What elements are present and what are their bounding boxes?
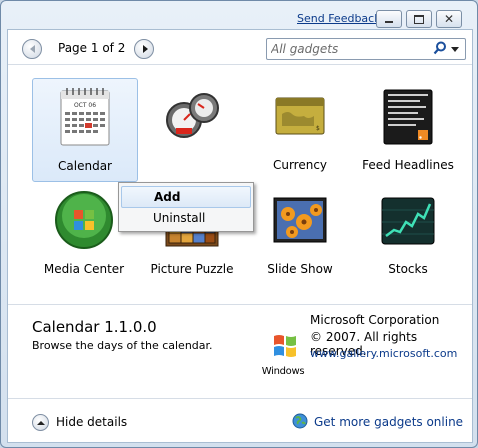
gadget-calendar[interactable]: OCT 06 Calendar: [32, 78, 138, 182]
feed-headlines-icon: [376, 84, 440, 148]
chevron-up-icon: [36, 420, 45, 425]
windows-logo-text: Windows: [261, 366, 305, 377]
svg-text:$: $: [316, 125, 320, 132]
next-page-button[interactable]: [134, 39, 154, 59]
menu-item-label: Add: [154, 190, 181, 204]
currency-card-icon: $: [268, 84, 332, 148]
publisher-name: Microsoft Corporation: [310, 313, 440, 327]
gallery-panel: Page 1 of 2 O: [7, 29, 473, 443]
menu-item-add[interactable]: Add: [121, 186, 251, 208]
gadget-stocks[interactable]: Stocks: [356, 182, 460, 284]
minimize-icon: [385, 20, 393, 23]
gadget-label: Picture Puzzle: [150, 262, 234, 276]
get-more-gadgets-link[interactable]: Get more gadgets online: [314, 415, 463, 429]
close-icon: ✕: [443, 12, 455, 26]
gadget-label: Stocks: [388, 262, 428, 276]
restore-icon: [414, 14, 424, 24]
gadget-slide-show[interactable]: Slide Show: [248, 182, 352, 284]
search-dropdown-icon[interactable]: [451, 47, 459, 52]
gadget-currency[interactable]: $ Currency: [248, 78, 352, 180]
page-indicator: Page 1 of 2: [58, 41, 126, 55]
gadget-label: Calendar: [58, 159, 112, 173]
slide-show-icon: [268, 188, 332, 252]
search-input[interactable]: [271, 41, 421, 56]
windows-logo: Windows: [256, 330, 310, 380]
windows-flag-icon: [274, 335, 296, 357]
send-feedback-link[interactable]: Send Feedback: [297, 12, 381, 25]
media-center-icon: [52, 188, 116, 252]
divider-footer: [8, 398, 472, 399]
publisher-website-link[interactable]: www.gallery.microsoft.com: [310, 347, 457, 360]
previous-page-icon: [29, 45, 35, 53]
menu-item-label: Uninstall: [153, 211, 206, 225]
gadget-label: Feed Headlines: [362, 158, 454, 172]
close-button[interactable]: ✕: [436, 10, 462, 28]
restore-button[interactable]: [406, 10, 432, 28]
stocks-icon: [376, 188, 440, 252]
gadget-label: Slide Show: [267, 262, 333, 276]
gadget-label: Currency: [272, 158, 328, 172]
minimize-button[interactable]: [376, 10, 402, 28]
globe-icon: [292, 413, 308, 429]
divider-top: [8, 64, 472, 65]
hide-details-label[interactable]: Hide details: [56, 415, 127, 429]
menu-item-uninstall[interactable]: Uninstall: [121, 208, 249, 228]
gadget-feed-headlines[interactable]: Feed Headlines: [356, 78, 460, 180]
previous-page-button[interactable]: [22, 39, 42, 59]
next-page-icon: [142, 45, 148, 53]
gadget-title: Calendar 1.1.0.0: [32, 318, 157, 336]
context-menu: Add Uninstall: [118, 182, 254, 232]
svg-text:OCT 06: OCT 06: [74, 102, 96, 109]
gadget-description: Browse the days of the calendar.: [32, 339, 213, 352]
gadget-label: Media Center: [43, 262, 125, 276]
gadget-gallery-window: Send Feedback ✕ Page 1 of 2 All gadgets …: [0, 0, 478, 448]
divider-details: [8, 304, 472, 305]
gadget-clock[interactable]: [140, 78, 244, 180]
clock-gauge-icon: [160, 84, 224, 148]
search-box[interactable]: [266, 38, 466, 60]
calendar-icon: OCT 06: [53, 85, 117, 149]
hide-details-button[interactable]: [32, 414, 49, 431]
search-icon[interactable]: [433, 41, 447, 55]
